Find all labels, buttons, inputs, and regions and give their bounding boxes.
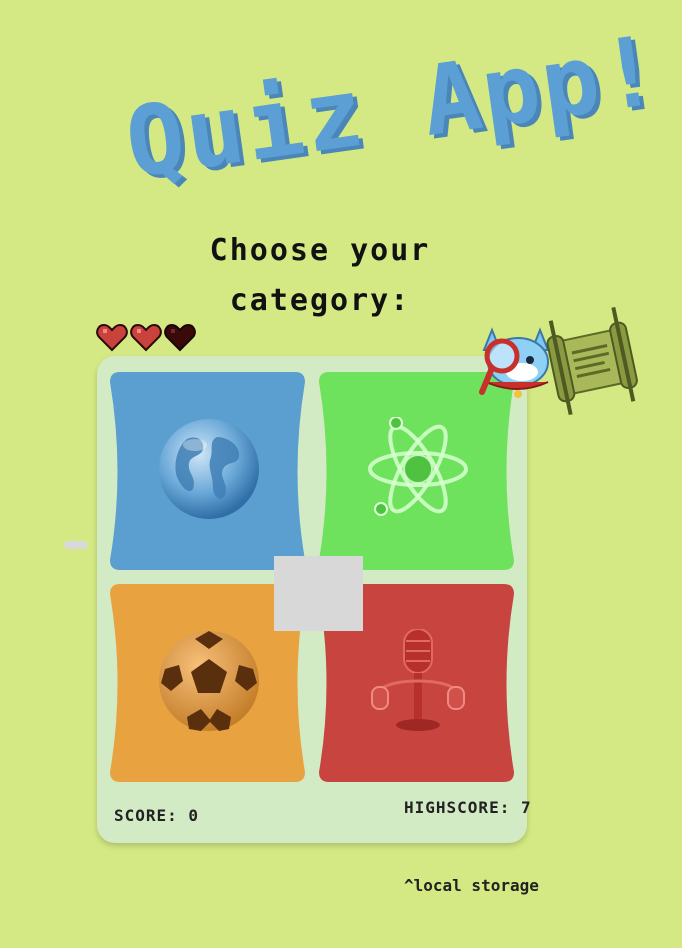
side-indicator [64,541,88,549]
atom-icon [368,417,468,516]
category-tile-geography[interactable] [110,372,305,570]
category-prompt: Choose your category: [150,226,490,326]
globe-icon [159,419,259,519]
empty-heart-icon [164,323,196,352]
microphone-icon [371,629,465,731]
scroll-icon [546,306,638,416]
full-heart-icon [130,323,162,352]
lives-indicator [96,322,196,354]
app-title: Quiz App! [119,13,668,200]
prompt-line-2: category: [229,283,411,318]
local-storage-note: ^local storage [404,876,539,895]
soccer-ball-icon [159,631,259,731]
score-label: SCORE: 0 [114,806,200,825]
highscore-label: HIGHSCORE: 7 [404,798,532,817]
prompt-line-1: Choose your [209,233,431,268]
detective-cat-icon [479,327,550,398]
center-divider [274,556,363,631]
full-heart-icon [96,323,128,352]
